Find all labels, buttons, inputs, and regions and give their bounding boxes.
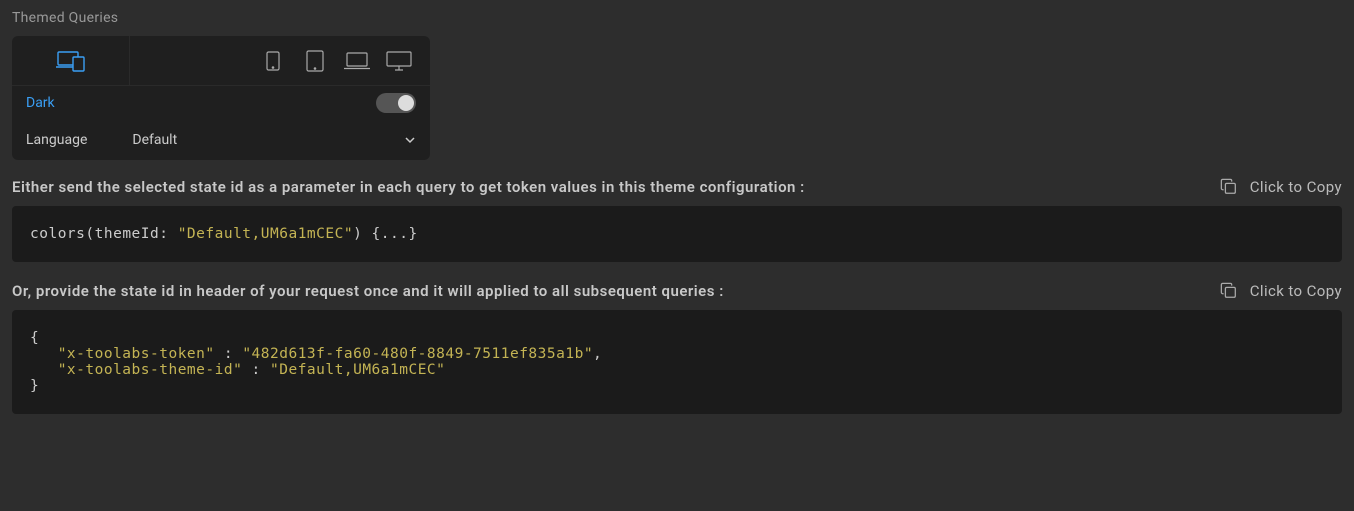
config-panel: Dark Language Default: [12, 36, 430, 160]
copy-icon: [1220, 282, 1238, 300]
desc-text-2: Or, provide the state id in header of yo…: [12, 282, 724, 300]
code-param: themeId: [95, 226, 160, 242]
language-value[interactable]: Default: [132, 132, 177, 148]
copy-label: Click to Copy: [1250, 282, 1342, 300]
code-block-1: colors(themeId: "Default,UM6a1mCEC") {..…: [12, 206, 1342, 262]
copy-button-1[interactable]: Click to Copy: [1220, 178, 1342, 196]
language-label: Language: [26, 132, 87, 148]
code-val-2: "Default,UM6a1mCEC": [270, 362, 445, 378]
language-row: Language Default: [12, 120, 430, 160]
code-rest: {...}: [362, 226, 417, 242]
desc-row-2: Or, provide the state id in header of yo…: [12, 282, 1342, 300]
code-key-2: "x-toolabs-theme-id": [58, 362, 243, 378]
laptop-icon[interactable]: [344, 48, 370, 74]
code-fn: colors: [30, 226, 85, 242]
copy-icon: [1220, 178, 1238, 196]
device-row: [12, 36, 430, 86]
device-icons-group: [260, 48, 412, 74]
phone-icon[interactable]: [260, 48, 286, 74]
tablet-icon[interactable]: [302, 48, 328, 74]
dark-row: Dark: [12, 86, 430, 120]
code-key-1: "x-toolabs-token": [58, 346, 215, 362]
chevron-down-icon[interactable]: [404, 134, 416, 146]
code-value: "Default,UM6a1mCEC": [178, 226, 353, 242]
devices-icon-active[interactable]: [12, 36, 130, 85]
toggle-knob: [398, 95, 414, 111]
code-val-1: "482d613f-fa60-480f-8849-7511ef835a1b": [242, 346, 593, 362]
desc-row-1: Either send the selected state id as a p…: [12, 178, 1342, 196]
desc-text-1: Either send the selected state id as a p…: [12, 178, 805, 196]
copy-button-2[interactable]: Click to Copy: [1220, 282, 1342, 300]
code-block-2: { "x-toolabs-token" : "482d613f-fa60-480…: [12, 310, 1342, 414]
copy-label: Click to Copy: [1250, 178, 1342, 196]
dark-toggle[interactable]: [376, 93, 416, 113]
desktop-icon[interactable]: [386, 48, 412, 74]
dark-label: Dark: [26, 95, 55, 111]
section-title: Themed Queries: [12, 10, 1342, 26]
